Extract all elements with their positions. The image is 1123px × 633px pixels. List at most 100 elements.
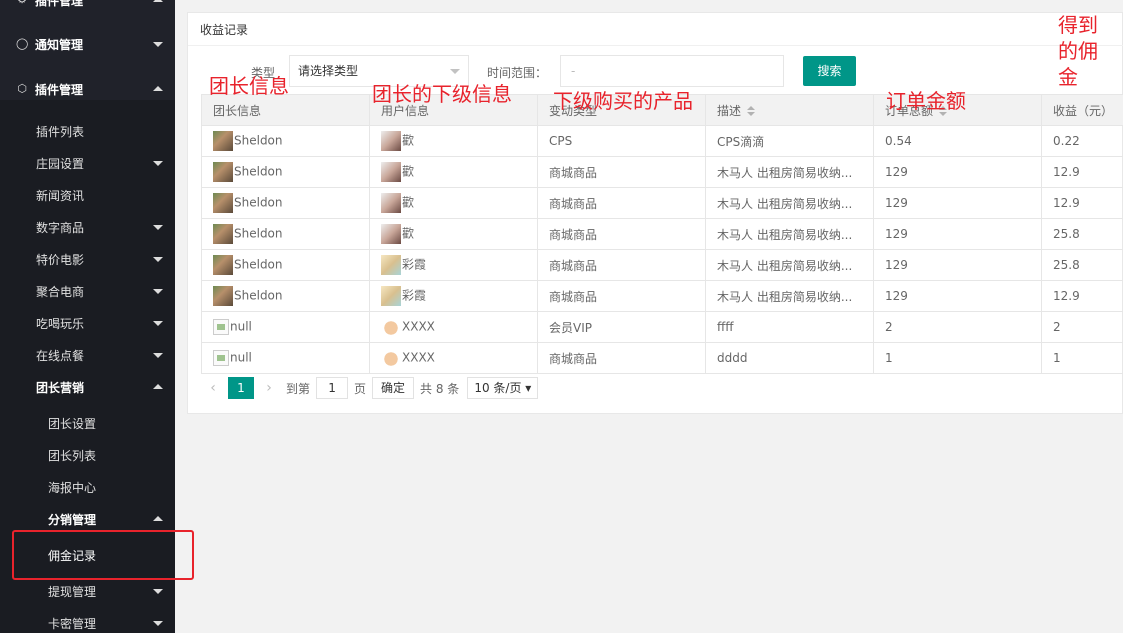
sidebar-item-label: 聚合电商 [36, 284, 85, 299]
col-leader-info: 团长信息 [201, 94, 370, 126]
sidebar-item-label: 数字商品 [36, 220, 85, 235]
user-cell: XXXX [369, 342, 538, 374]
type-cell: 商城商品 [537, 342, 706, 374]
chevron-down-icon [153, 289, 163, 294]
user-name: 彩霞 [402, 257, 427, 272]
user-avatar [381, 286, 401, 306]
leader-name: Sheldon [234, 288, 283, 303]
broken-image-icon [213, 350, 229, 366]
desc-cell: ffff [705, 311, 874, 343]
income-table: 团长信息 用户信息 变动类型 描述 订单总额 收益（元） Sheldon 歡 C… [201, 94, 1123, 374]
page-current[interactable]: 1 [228, 377, 254, 399]
sidebar-item-label: 提现管理 [48, 584, 97, 599]
sidebar-item-plugin-list[interactable]: 插件列表 [0, 115, 175, 147]
sidebar-item-online-order[interactable]: 在线点餐 [0, 339, 175, 371]
col-description-label: 描述 [717, 103, 742, 118]
user-avatar [381, 224, 401, 244]
user-name: 歡 [402, 164, 415, 179]
leader-avatar [213, 286, 233, 306]
user-name: XXXX [402, 350, 435, 365]
type-cell: CPS [537, 125, 706, 157]
leader-name: Sheldon [234, 195, 283, 210]
leader-avatar [213, 193, 233, 213]
sidebar-item-label: 庄园设置 [36, 156, 85, 171]
user-name: XXXX [402, 319, 435, 334]
sort-icon[interactable] [747, 106, 756, 116]
sidebar-item-label: 在线点餐 [36, 348, 85, 363]
sidebar-item-leader-settings[interactable]: 团长设置 [0, 407, 175, 439]
income-records-panel: 收益记录 类型 请选择类型 时间范围： - 搜索 团长信息 用户信息 变动类型 … [187, 12, 1123, 414]
type-select-value: 请选择类型 [298, 64, 359, 78]
total-count: 共 8 条 [420, 381, 460, 396]
leader-name: Sheldon [234, 164, 283, 179]
caret-down-icon: ▾ [525, 381, 532, 395]
sidebar-item-ecommerce[interactable]: 聚合电商 [0, 275, 175, 307]
user-name: 歡 [402, 133, 415, 148]
total-cell: 129 [873, 156, 1042, 188]
sidebar-item-label: 插件列表 [36, 124, 85, 139]
income-cell: 12.9 [1041, 187, 1123, 219]
col-income: 收益（元） [1041, 94, 1123, 126]
table-row: null XXXX 商城商品 dddd 1 1 [201, 342, 1123, 374]
type-cell: 商城商品 [537, 187, 706, 219]
page-size-select[interactable]: 10 条/页 ▾ [467, 377, 539, 399]
sidebar-item-label: 团长营销 [36, 380, 85, 395]
goto-page-input[interactable]: 1 [316, 377, 349, 399]
annotation-commission: 得到的佣金 [1058, 13, 1098, 89]
sidebar-item-poster-center[interactable]: 海报中心 [0, 471, 175, 503]
income-cell: 2 [1041, 311, 1123, 343]
confirm-button[interactable]: 确定 [372, 377, 415, 399]
user-cell: 歡 [369, 187, 538, 219]
sidebar-item-digital-goods[interactable]: 数字商品 [0, 211, 175, 243]
cube-icon: ⬡ [17, 82, 27, 95]
leader-name: null [230, 319, 252, 334]
search-button[interactable]: 搜索 [803, 56, 856, 86]
sidebar-item-label: 卡密管理 [48, 616, 97, 631]
income-cell: 25.8 [1041, 249, 1123, 281]
highlight-box [12, 530, 194, 580]
sidebar-item-group-marketing[interactable]: 团长营销 [0, 371, 175, 403]
sidebar-item-label: 通知管理 [35, 37, 84, 52]
income-cell: 12.9 [1041, 280, 1123, 312]
type-cell: 商城商品 [537, 249, 706, 281]
annotation-subordinate-info: 团长的下级信息 [372, 82, 512, 106]
total-cell: 129 [873, 187, 1042, 219]
desc-cell: 木马人 出租房简易收纳... [705, 156, 874, 188]
table-row: Sheldon 彩霞 商城商品 木马人 出租房简易收纳... 129 25.8 [201, 249, 1123, 281]
leader-name: Sheldon [234, 257, 283, 272]
user-cell: 彩霞 [369, 249, 538, 281]
user-cell: 歡 [369, 125, 538, 157]
user-avatar [381, 255, 401, 275]
user-avatar [381, 162, 401, 182]
user-name: 歡 [402, 226, 415, 241]
chevron-left-icon[interactable]: ‹ [202, 380, 224, 396]
sidebar-item-label: 插件管理 [35, 82, 84, 97]
total-cell: 2 [873, 311, 1042, 343]
leader-cell: Sheldon [201, 156, 370, 188]
sidebar-item-leader-list[interactable]: 团长列表 [0, 439, 175, 471]
desc-cell: 木马人 出租房简易收纳... [705, 280, 874, 312]
total-cell: 129 [873, 280, 1042, 312]
sidebar-item-card-keys[interactable]: 卡密管理 [0, 607, 175, 633]
col-description[interactable]: 描述 [705, 94, 874, 126]
chevron-up-icon [153, 86, 163, 91]
sidebar-item-movies[interactable]: 特价电影 [0, 243, 175, 275]
leader-cell: Sheldon [201, 249, 370, 281]
leader-avatar [213, 255, 233, 275]
sidebar-item-food-fun[interactable]: 吃喝玩乐 [0, 307, 175, 339]
annotation-order-amount: 订单金额 [886, 89, 966, 113]
chevron-right-icon[interactable]: › [258, 380, 280, 396]
leader-cell: Sheldon [201, 125, 370, 157]
sidebar-item-news[interactable]: 新闻资讯 [0, 179, 175, 211]
sidebar-item-manor-settings[interactable]: 庄园设置 [0, 147, 175, 179]
chevron-down-icon [450, 69, 460, 74]
total-cell: 129 [873, 249, 1042, 281]
total-cell: 1 [873, 342, 1042, 374]
sidebar-item-plugin-mgmt-top[interactable]: ⚙ 插件管理 [0, 0, 175, 16]
leader-avatar [213, 131, 233, 151]
desc-cell: CPS滴滴 [705, 125, 874, 157]
sidebar-item-notification[interactable]: ◯ 通知管理 [0, 28, 175, 60]
panel-title: 收益记录 [200, 23, 249, 37]
user-avatar [381, 193, 401, 213]
date-range-input[interactable]: - [560, 55, 784, 87]
